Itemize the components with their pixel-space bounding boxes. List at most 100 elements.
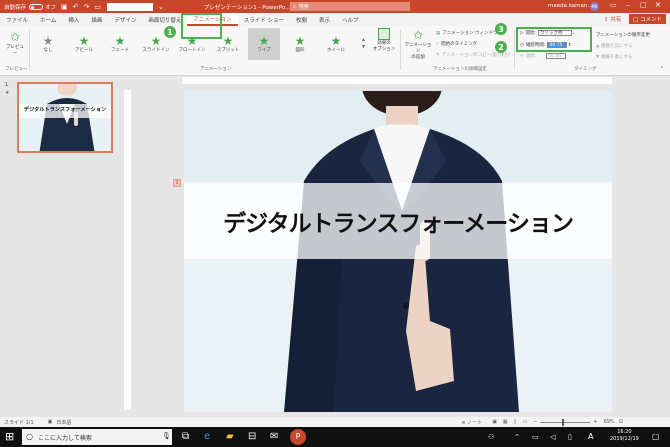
thumbnail-title: デジタルトランスフォーメーション xyxy=(23,107,107,113)
callout-badge-3: 3 xyxy=(495,23,507,35)
document-title: プレゼンテーション1 - PowerPo... xyxy=(203,4,291,11)
animation-option-8[interactable]: ★ ホイール xyxy=(320,28,352,60)
mail-icon[interactable]: ✉ xyxy=(270,431,278,442)
vertical-ruler xyxy=(124,90,131,410)
cortana-icon: ○ xyxy=(26,432,33,441)
zoom-slider-thumb[interactable] xyxy=(562,418,565,426)
animation-pane-button[interactable]: ▤ アニメーション ウィンドウ xyxy=(436,30,498,37)
tab-7[interactable]: スライド ショー xyxy=(238,13,290,26)
file-explorer-icon[interactable]: ▰ xyxy=(226,431,234,442)
fit-slide-icon[interactable]: ⊡ xyxy=(619,419,623,425)
animation-option-1[interactable]: ★ アピール xyxy=(68,28,100,60)
microphone-icon[interactable]: 🎙 xyxy=(162,432,171,440)
tab-3[interactable]: 描画 xyxy=(85,13,108,26)
clock-time: 16:20 xyxy=(617,429,632,435)
zoom-level[interactable]: 69% xyxy=(604,419,615,425)
tray-chevron-icon[interactable]: ⌃ xyxy=(514,433,520,441)
powerpoint-icon[interactable]: P xyxy=(290,429,306,445)
customize-qa-icon[interactable]: ⌄ xyxy=(158,3,164,11)
zoom-in-icon[interactable]: + xyxy=(593,419,597,425)
add-animation-button[interactable]: ✩ アニメーション の追加 xyxy=(403,28,433,60)
slide-title[interactable]: デジタルトランスフォーメーション xyxy=(223,204,574,238)
ribbon-display-icon[interactable]: ▭ xyxy=(610,1,617,9)
zoom-out-icon[interactable]: − xyxy=(533,419,537,425)
edge-icon[interactable]: e xyxy=(204,431,210,442)
tab-4[interactable]: デザイン xyxy=(108,13,142,26)
gallery-scroll-icon[interactable]: ▴ ▾ xyxy=(362,36,365,50)
animation-option-7[interactable]: ★ 図形 xyxy=(284,28,316,60)
battery-icon[interactable]: ▯ xyxy=(568,433,572,441)
taskbar-search-input[interactable]: ○ ここに入力して検索 🎙 xyxy=(22,429,172,445)
painter-icon: ✎ xyxy=(436,52,440,58)
present-icon[interactable]: ▭ xyxy=(94,3,101,11)
move-earlier-button[interactable]: ▲ 順番を前にする xyxy=(596,43,633,50)
autosave-toggle[interactable] xyxy=(29,3,44,10)
minimize-icon[interactable]: – xyxy=(626,1,630,9)
animation-option-label: 図形 xyxy=(295,48,305,53)
effect-options-icon xyxy=(378,28,390,40)
redo-icon[interactable]: ↷ xyxy=(84,3,90,11)
windows-start-icon[interactable]: ⊞ xyxy=(5,430,14,443)
maximize-icon[interactable]: □ xyxy=(640,1,647,9)
spellcheck-icon[interactable]: ▣ xyxy=(48,419,53,425)
slide-thumbnail[interactable]: デジタルトランスフォーメーション xyxy=(17,82,113,153)
move-later-button[interactable]: ▼ 順番を後にする xyxy=(596,54,632,61)
store-icon[interactable]: ⊟ xyxy=(248,431,256,442)
reading-view-icon[interactable]: ▯ xyxy=(514,419,517,425)
animation-pane-label: アニメーション ウィンドウ xyxy=(442,31,498,36)
animation-order-tag[interactable]: 1 xyxy=(173,179,181,187)
thumbnail-number: 1 xyxy=(5,82,9,88)
animation-option-2[interactable]: ★ フェード xyxy=(104,28,136,60)
user-name[interactable]: maeda kaman... xyxy=(548,3,593,9)
network-icon[interactable]: ▭ xyxy=(532,433,539,441)
close-icon[interactable]: ✕ xyxy=(655,1,661,9)
notifications-icon[interactable]: ▢ xyxy=(652,432,660,441)
tab-1[interactable]: ホーム xyxy=(34,13,62,26)
taskbar-search-placeholder: ここに入力して検索 xyxy=(38,434,92,442)
notes-label: ノート xyxy=(467,419,483,426)
autosave-label: 自動保存 xyxy=(4,4,27,11)
tab-9[interactable]: 表示 xyxy=(313,13,336,26)
comment-label: コメント xyxy=(639,17,662,23)
star-icon: ★ xyxy=(294,34,306,48)
search-input[interactable]: ⌕ 検索 xyxy=(290,2,410,11)
animation-option-0[interactable]: ★ なし xyxy=(32,28,64,60)
font-name-box[interactable] xyxy=(107,2,154,11)
slide-counter: スライド 1/1 xyxy=(4,419,34,426)
animation-option-label: なし xyxy=(43,48,53,53)
volume-icon[interactable]: ◁ xyxy=(550,433,555,441)
people-icon[interactable]: ⚇ xyxy=(488,433,494,441)
task-view-icon[interactable]: ⧉ xyxy=(182,431,189,442)
clock[interactable]: 16:20 2019/12/19 xyxy=(610,429,639,443)
zoom-slider[interactable] xyxy=(540,418,591,426)
effect-options-button[interactable]: 効果の オプション xyxy=(372,28,396,52)
delay-input[interactable]: 00.00 xyxy=(546,53,567,59)
collapse-ribbon-icon[interactable]: ⌃ xyxy=(660,66,664,72)
save-icon[interactable]: ▣ xyxy=(61,3,68,11)
animation-option-6[interactable]: ★ ワイプ xyxy=(248,28,280,60)
move-earlier-label: 順番を前にする xyxy=(600,44,633,49)
animation-option-label: フロートイン xyxy=(178,48,206,53)
undo-icon[interactable]: ↶ xyxy=(73,3,79,11)
normal-view-icon[interactable]: ▣ xyxy=(492,419,497,425)
avatar[interactable]: MK xyxy=(590,2,599,11)
tab-0[interactable]: ファイル xyxy=(0,13,34,26)
windows-taskbar: ⊞ ○ ここに入力して検索 🎙 ⧉ e ▰ ⊟ ✉ P ⚇ ⌃ ▭ ◁ ▯ A … xyxy=(0,427,670,447)
share-button[interactable]: ⇪ 共有 xyxy=(604,15,621,23)
autosave-state: オフ xyxy=(45,4,57,11)
notes-button[interactable]: ≡ ノート xyxy=(461,419,482,426)
comment-button[interactable]: ▢ コメント xyxy=(629,14,666,24)
slideshow-view-icon[interactable]: ▭ xyxy=(522,419,527,425)
trigger-button[interactable]: ⚡ 開始のタイミング xyxy=(436,41,477,48)
ime-icon[interactable]: A xyxy=(588,432,593,441)
language-label[interactable]: 日本語 xyxy=(56,419,71,426)
slide-canvas[interactable]: デジタルトランスフォーメーション xyxy=(184,91,612,412)
divider xyxy=(514,30,515,70)
tab-2[interactable]: 挿入 xyxy=(62,13,85,26)
tab-8[interactable]: 校閲 xyxy=(290,13,313,26)
tab-10[interactable]: ヘルプ xyxy=(336,13,365,26)
divider xyxy=(400,30,401,70)
preview-label: プレビュー xyxy=(6,45,24,56)
sorter-view-icon[interactable]: ▦ xyxy=(503,419,508,425)
preview-button[interactable]: ✩ プレビュー xyxy=(4,30,26,56)
